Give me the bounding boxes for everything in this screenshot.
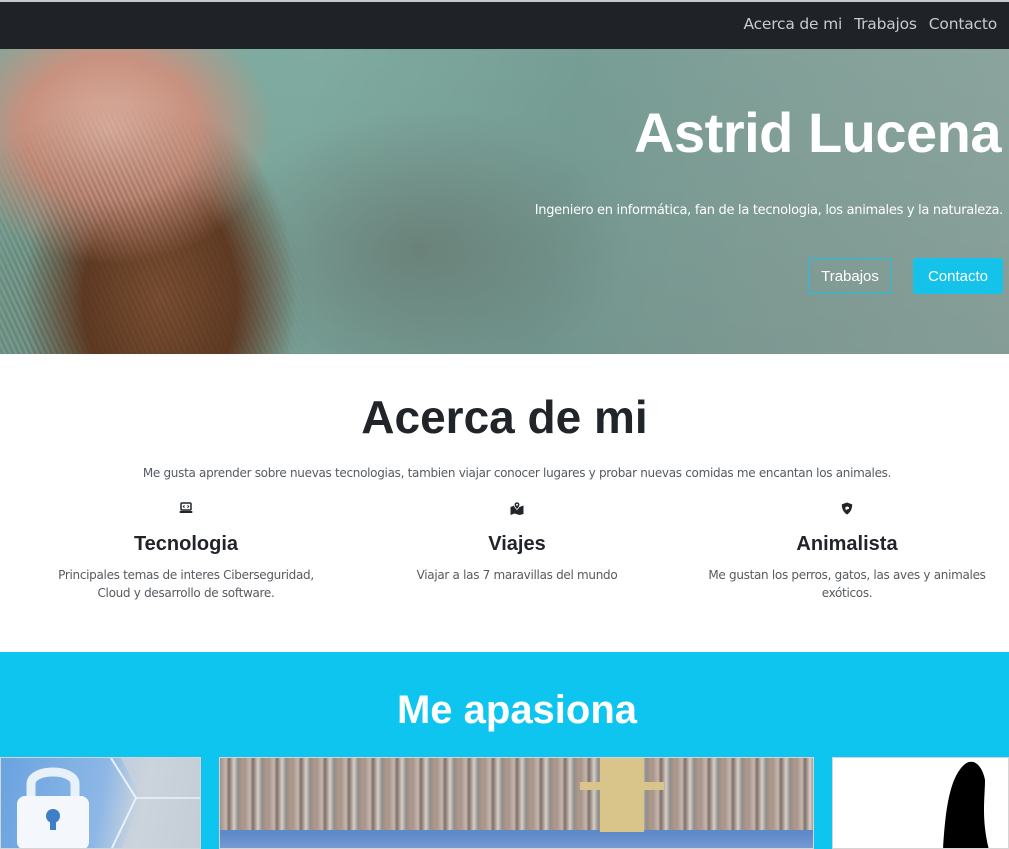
feature-text: Viajar a las 7 maravillas del mundo bbox=[416, 568, 618, 582]
contact-button[interactable]: Contacto bbox=[913, 258, 1003, 294]
feature-title: Tecnologia bbox=[133, 533, 239, 555]
passion-card-travel-image[interactable] bbox=[219, 757, 814, 849]
feature-animals: Animalista Me gustan los perros, gatos, … bbox=[682, 502, 1009, 602]
passion-title: Me apasiona bbox=[396, 688, 638, 732]
hero-subtitle: Ingeniero en informática, fan de la tecn… bbox=[534, 203, 1004, 218]
nav-link-about[interactable]: Acerca de mi bbox=[743, 15, 842, 33]
works-button[interactable]: Trabajos bbox=[808, 258, 892, 294]
feature-title: Animalista bbox=[796, 533, 898, 555]
about-title: Acerca de mi bbox=[361, 391, 648, 443]
map-marked-icon bbox=[352, 502, 682, 516]
feature-text: Me gustan los perros, gatos, las aves y … bbox=[708, 568, 986, 600]
feature-text: Principales temas de interes Ciberseguri… bbox=[58, 568, 314, 600]
about-description: Me gusta aprender sobre nuevas tecnologi… bbox=[142, 466, 892, 480]
hero-title: Astrid Lucena bbox=[634, 101, 1001, 164]
passion-card-security-image[interactable] bbox=[0, 757, 201, 849]
navbar: Acerca de mi Trabajos Contacto bbox=[0, 0, 1009, 49]
feature-title: Viajes bbox=[488, 533, 546, 555]
nav-links: Acerca de mi Trabajos Contacto bbox=[743, 15, 997, 33]
shield-dog-icon bbox=[682, 502, 1009, 516]
hero-banner: Astrid Lucena Ingeniero en informática, … bbox=[0, 49, 1009, 354]
laptop-code-icon bbox=[21, 502, 351, 516]
passion-card-animal-image[interactable] bbox=[832, 757, 1009, 849]
nav-link-works[interactable]: Trabajos bbox=[854, 15, 917, 33]
feature-travel: Viajes Viajar a las 7 maravillas del mun… bbox=[352, 502, 682, 584]
nav-link-contact[interactable]: Contacto bbox=[929, 15, 997, 33]
feature-technology: Tecnologia Principales temas de interes … bbox=[21, 502, 351, 602]
